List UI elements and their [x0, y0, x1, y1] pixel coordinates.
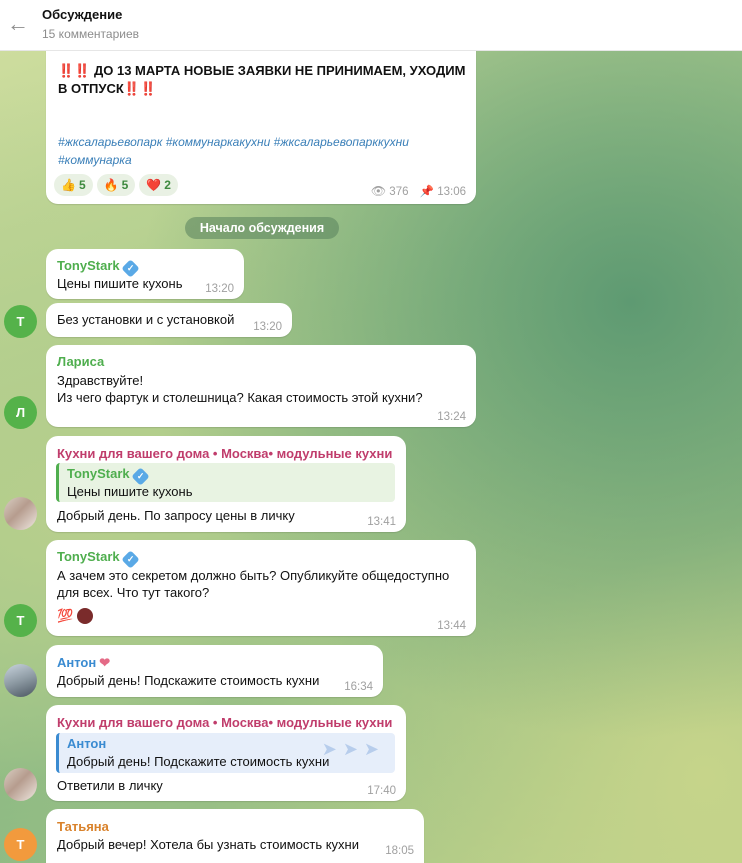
post-meta: 👁 376 📌 13:06: [371, 184, 466, 198]
reply-text: Цены пишите кухонь: [67, 484, 193, 499]
message-text: Ответили в личку: [57, 778, 163, 793]
heart-icon: ❤️: [146, 178, 162, 192]
avatar[interactable]: [4, 768, 37, 801]
message-text: Цены пишите кухонь: [57, 276, 183, 291]
message-sender[interactable]: TonyStark ✓: [57, 549, 140, 569]
message-bubble[interactable]: Без установки и с установкой 13:20: [46, 303, 292, 337]
message-time: 13:24: [437, 411, 466, 423]
message-text: Добрый день. По запросу цены в личку: [57, 508, 295, 523]
message-bubble[interactable]: Татьяна Добрый вечер! Хотела бы узнать с…: [46, 809, 424, 863]
reply-quote[interactable]: Антон Добрый день! Подскажите стоимость …: [56, 733, 395, 773]
avatar[interactable]: Л: [4, 396, 37, 429]
reaction-count: 5: [78, 178, 86, 192]
message-time: 13:20: [205, 283, 234, 295]
header-title: Обсуждение: [42, 7, 123, 22]
message-time: 13:41: [367, 516, 396, 528]
message-sender[interactable]: Татьяна: [57, 819, 109, 835]
avatar[interactable]: [4, 497, 37, 530]
chat-header: ← Обсуждение 15 комментариев: [0, 0, 742, 51]
discussion-start-divider: Начало обсуждения: [185, 217, 339, 239]
message-time: 13:44: [437, 620, 466, 632]
message-reactions[interactable]: 💯: [57, 608, 94, 624]
message-time: 16:34: [344, 681, 373, 693]
avatar[interactable]: Т: [4, 305, 37, 338]
reaction-thumbs-up[interactable]: 👍 5: [54, 174, 93, 196]
hundred-icon: 💯: [57, 608, 74, 623]
verified-icon: ✓: [120, 550, 140, 569]
message-bubble[interactable]: TonyStark ✓ Цены пишите кухонь 13:20: [46, 249, 244, 299]
post-text-line2: В ОТПУСК‼️‼️: [58, 81, 157, 96]
message-time: 18:05: [385, 845, 414, 857]
message-time: 13:20: [253, 321, 282, 333]
arrow-left-icon[interactable]: ←: [7, 11, 29, 37]
message-bubble[interactable]: Антон ❤ Добрый день! Подскажите стоимость…: [46, 645, 383, 697]
message-text-line1: Здравствуйте!: [57, 373, 144, 388]
paper-plane-icon: ➤➤➤: [321, 739, 385, 759]
reactor-avatar: [77, 608, 94, 624]
post-views: 376: [389, 186, 409, 198]
post-time: 13:06: [437, 186, 466, 198]
reply-quote[interactable]: TonyStark ✓ Цены пишите кухонь: [56, 463, 395, 502]
reaction-count: 2: [164, 178, 171, 192]
comment-count: 15 комментариев: [42, 27, 140, 41]
message-bubble[interactable]: Кухни для вашего дома • Москва• модульны…: [46, 705, 406, 801]
message-text: Добрый день! Подскажите стоимость кухни: [57, 673, 320, 688]
heart-icon: ❤: [99, 655, 111, 670]
avatar[interactable]: Т: [4, 828, 37, 861]
message-text: Добрый вечер! Хотела бы узнать стоимость…: [57, 837, 359, 852]
message-bubble[interactable]: Кухни для вашего дома • Москва• модульны…: [46, 436, 406, 532]
message-time: 17:40: [367, 785, 396, 797]
post-reactions: 👍 5 🔥 5 ❤️ 2: [54, 174, 182, 196]
post-hashtags-line2[interactable]: #коммунарка: [58, 151, 132, 169]
message-sender[interactable]: TonyStark ✓: [57, 258, 140, 278]
avatar[interactable]: Т: [4, 604, 37, 637]
avatar[interactable]: [4, 664, 37, 697]
message-text-line2: для всех. Что тут такого?: [57, 585, 210, 600]
reaction-heart[interactable]: ❤️ 2: [139, 174, 178, 196]
message-bubble[interactable]: TonyStark ✓ А зачем это секретом должно б…: [46, 540, 476, 636]
message-text-line2: Из чего фартук и столешница? Какая стоим…: [57, 390, 423, 405]
message-bubble[interactable]: Лариса Здравствуйте! Из чего фартук и ст…: [46, 345, 476, 427]
thumbs-up-icon: 👍: [61, 178, 76, 192]
post-hashtags-line1[interactable]: #жксаларьевопарк #коммунаркакухни #жксал…: [58, 133, 409, 151]
fire-icon: 🔥: [103, 178, 119, 192]
pin-icon: 📌: [419, 186, 435, 198]
reaction-fire[interactable]: 🔥 5: [96, 174, 136, 196]
post-text-line1: ‼️‼️ ДО 13 МАРТА НОВЫЕ ЗАЯВКИ НЕ ПРИНИМА…: [58, 63, 466, 78]
reply-sender: TonyStark ✓: [67, 465, 387, 486]
message-sender[interactable]: Лариса: [57, 354, 104, 370]
message-text-line1: А зачем это секретом должно быть? Опубли…: [57, 568, 450, 583]
message-sender[interactable]: Кухни для вашего дома • Москва• модульны…: [57, 446, 392, 462]
eye-icon: 👁: [370, 184, 387, 198]
reaction-count: 5: [121, 178, 129, 192]
channel-post[interactable]: ‼️‼️ ДО 13 МАРТА НОВЫЕ ЗАЯВКИ НЕ ПРИНИМА…: [46, 44, 476, 204]
message-sender[interactable]: Кухни для вашего дома • Москва• модульны…: [57, 715, 392, 731]
message-text: Без установки и с установкой: [57, 312, 235, 327]
message-sender[interactable]: Антон ❤: [57, 655, 110, 671]
